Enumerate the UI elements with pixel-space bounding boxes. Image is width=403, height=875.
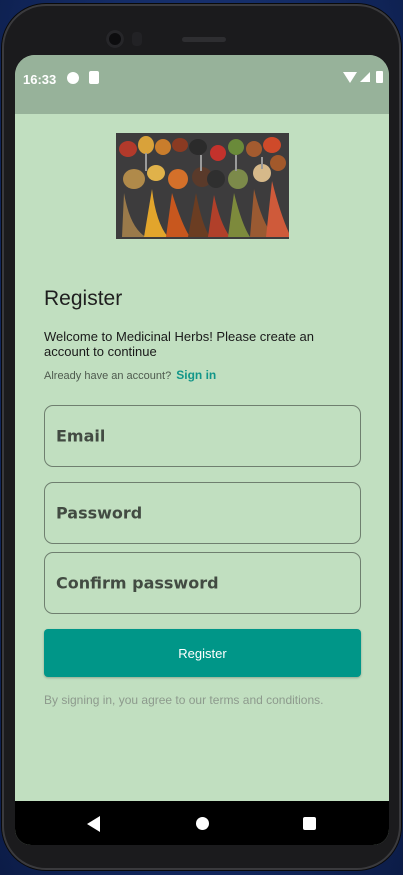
app-screen: 16:33 Register Welcome to Medicinal Herb… <box>15 55 389 845</box>
spices-illustration <box>116 133 289 239</box>
register-button[interactable]: Register <box>44 629 361 677</box>
status-bar: 16:33 <box>15 55 389 114</box>
wifi-icon <box>343 71 357 83</box>
back-icon[interactable] <box>87 816 100 832</box>
already-have-account-text: Already have an account? <box>44 370 172 382</box>
signal-icon <box>360 72 370 82</box>
app-notification-icon <box>67 72 79 84</box>
password-field[interactable]: Password <box>44 482 361 544</box>
home-icon[interactable] <box>196 817 209 830</box>
status-time: 16:33 <box>23 72 57 87</box>
confirm-password-placeholder: Confirm password <box>56 573 219 593</box>
earpiece-speaker <box>182 37 226 42</box>
camera-sensor <box>132 32 142 46</box>
recents-icon[interactable] <box>303 817 316 830</box>
battery-icon <box>376 71 383 83</box>
sd-card-icon <box>89 71 99 84</box>
confirm-password-field[interactable]: Confirm password <box>44 552 361 614</box>
spices-spoons-image <box>116 133 289 239</box>
email-placeholder: Email <box>56 426 106 446</box>
signin-prompt: Already have an account? Sign in <box>44 368 216 382</box>
system-navbar <box>15 801 389 845</box>
page-title: Register <box>44 287 123 310</box>
welcome-text: Welcome to Medicinal Herbs! Please creat… <box>44 329 314 359</box>
status-right-icons <box>343 71 383 83</box>
password-placeholder: Password <box>56 503 143 523</box>
front-camera <box>106 30 124 48</box>
terms-text: By signing in, you agree to our terms an… <box>44 693 324 707</box>
email-field[interactable]: Email <box>44 405 361 467</box>
signin-link[interactable]: Sign in <box>176 368 216 382</box>
